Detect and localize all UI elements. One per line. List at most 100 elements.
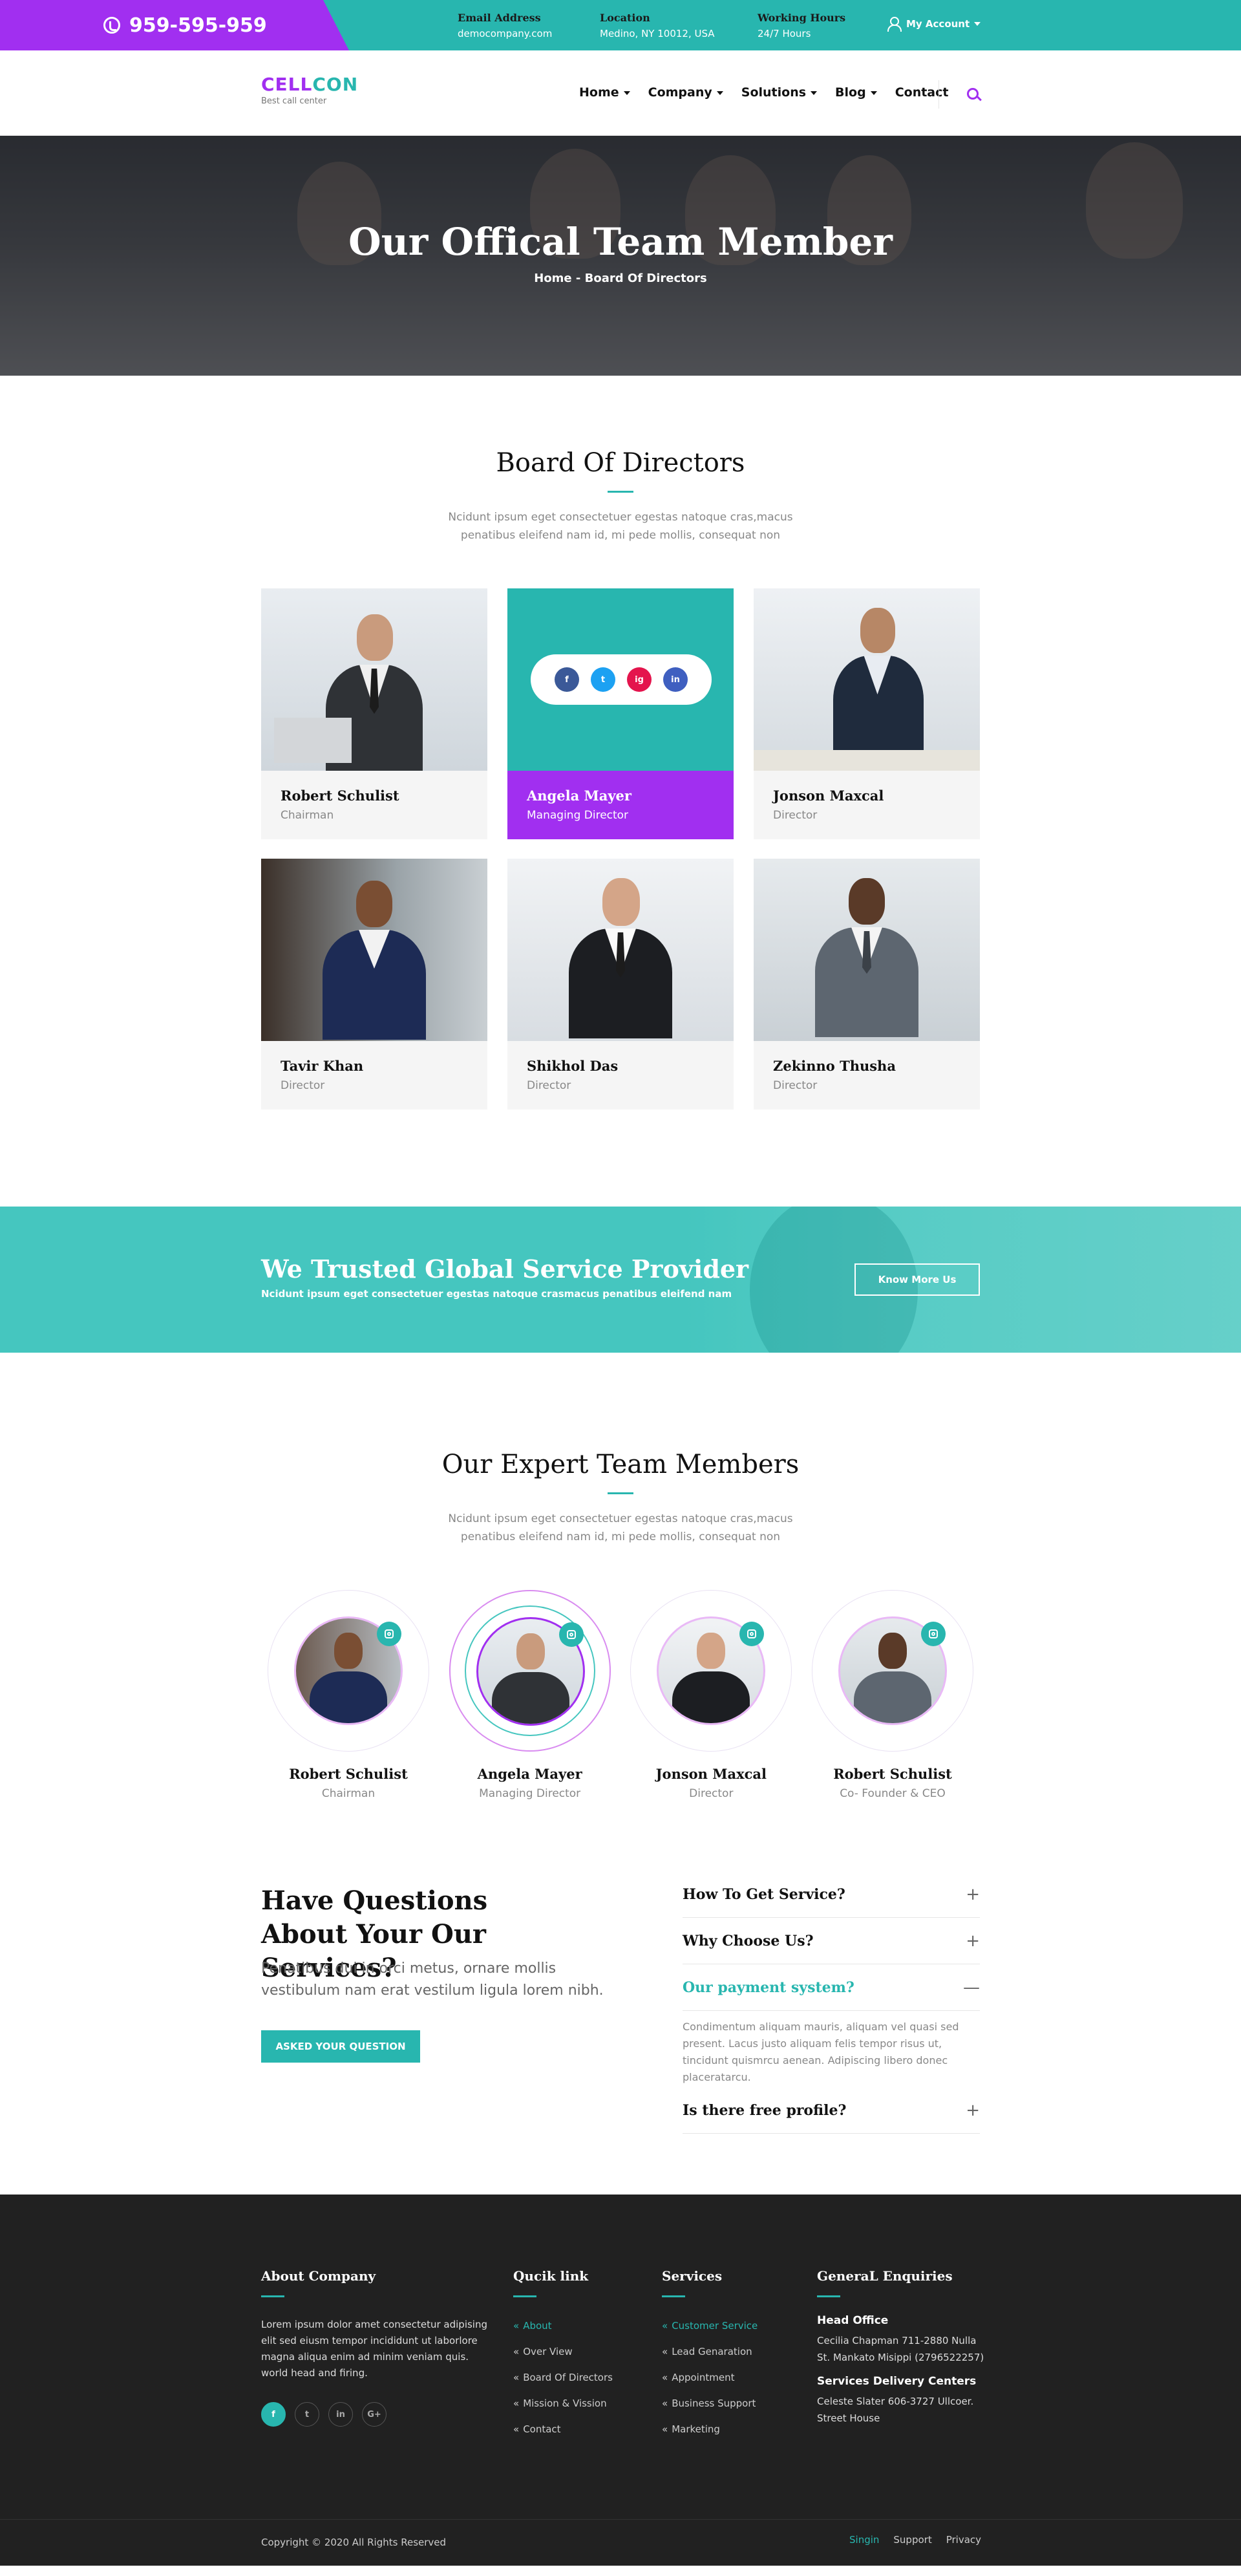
expert-member[interactable]: Robert Schulist Chairman [261,1590,436,1800]
faq-question[interactable]: How To Get Service? + [683,1871,980,1918]
director-name: Robert Schulist [281,788,399,804]
support-link[interactable]: Support [893,2534,931,2546]
faq-question-open[interactable]: Our payment system? — [683,1964,980,2011]
director-card[interactable]: Zekinno Thusha Director [754,859,980,1110]
facebook-icon[interactable]: f [261,2402,286,2427]
footer-link[interactable]: «Mission & Vission [513,2390,642,2416]
title-underline [608,1492,633,1494]
expert-row: Robert Schulist Chairman Angela Mayer Ma… [261,1590,980,1800]
head-office-title: Head Office [817,2314,889,2327]
expert-member-active[interactable]: Angela Mayer Managing Director [443,1590,617,1800]
footer-link[interactable]: «About [513,2313,642,2339]
expert-member[interactable]: Robert Schulist Co- Founder & CEO [805,1590,980,1800]
footer-about: About Company Lorem ipsum dolor amet con… [261,2268,494,2427]
footer-link[interactable]: «Contact [513,2416,642,2442]
nav-item-company[interactable]: Company [648,85,723,100]
hero-title: Our Offical Team Member [348,220,893,264]
chevron-down-icon [716,91,723,95]
nav-item-label: Blog [835,85,866,100]
faq-question[interactable]: Is there free profile? + [683,2087,980,2134]
expert-name: Robert Schulist [289,1766,408,1782]
footer-bottom: Copyright © 2020 All Rights Reserved Sin… [0,2519,1241,2566]
expert-member[interactable]: Jonson Maxcal Director [624,1590,798,1800]
faq-section: Have Questions About Your Our Services? … [261,1800,980,2195]
expert-name: Robert Schulist [833,1766,952,1782]
location-value: Medino, NY 10012, USA [600,28,715,39]
my-account-menu[interactable]: My Account [887,17,981,32]
director-card[interactable]: Jonson Maxcal Director [754,588,980,839]
nav-item-label: Company [648,85,712,100]
nav-item-label: Contact [895,85,949,100]
google-plus-icon[interactable]: G+ [362,2402,387,2427]
footer-link[interactable]: « Appointment [662,2365,804,2390]
heading-underline [817,2295,840,2297]
director-card[interactable]: Shikhol Das Director [507,859,734,1110]
instagram-icon[interactable] [377,1622,401,1646]
instagram-icon[interactable]: ig [627,667,652,692]
twitter-icon[interactable]: t [295,2402,319,2427]
breadcrumb[interactable]: Home - Board Of Directors [0,272,1241,285]
banner-title: We Trusted Global Service Provider [261,1254,749,1283]
ask-question-button[interactable]: ASKED YOUR QUESTION [261,2030,420,2063]
footer-link-label: Customer Service [672,2320,758,2332]
faq-question-text: Why Choose Us? [683,1932,814,1949]
double-chevron-icon: « [513,2346,520,2357]
instagram-icon[interactable] [739,1622,765,1646]
nav-item-blog[interactable]: Blog [835,85,877,100]
double-chevron-icon: « [513,2372,520,2383]
hours-value: 24/7 Hours [758,28,811,39]
linkedin-icon[interactable]: in [663,667,688,692]
double-chevron-icon: « [662,2398,668,2409]
footer-heading: Qucik link [513,2268,589,2284]
director-role: Director [281,1079,325,1092]
avatar [449,1590,611,1752]
nav-item-contact[interactable]: Contact [895,85,949,100]
double-chevron-icon: « [662,2346,668,2357]
director-card[interactable]: Tavir Khan Director [261,859,487,1110]
signin-link[interactable]: Singin [849,2534,879,2546]
phone-number[interactable]: 959-595-959 [129,14,267,37]
double-chevron-icon: « [662,2372,668,2383]
board-title: Board Of Directors [496,448,745,478]
footer-link[interactable]: « Lead Genaration [662,2339,804,2365]
faq-question[interactable]: Why Choose Us? + [683,1918,980,1964]
nav-item-solutions[interactable]: Solutions [741,85,818,100]
logo[interactable]: CELLCON Best call center [261,74,358,106]
privacy-link[interactable]: Privacy [946,2534,981,2546]
expert-role: Director [689,1787,734,1800]
director-card[interactable]: Robert Schulist Chairman [261,588,487,839]
email-value[interactable]: democompany.com [458,28,552,39]
footer-bottom-links: Singin Support Privacy [849,2534,981,2546]
search-icon[interactable] [967,88,979,100]
nav-item-home[interactable]: Home [579,85,630,100]
footer-heading: GeneraL Enquiries [817,2268,953,2284]
expert-title: Our Expert Team Members [441,1450,800,1479]
footer-link[interactable]: « Customer Service [662,2313,804,2339]
footer-link[interactable]: «Over View [513,2339,642,2365]
footer-services: Services « Customer Service « Lead Genarat… [662,2268,804,2442]
director-role: Chairman [281,809,334,822]
my-account-label: My Account [906,18,970,30]
footer-link[interactable]: « Business Support [662,2390,804,2416]
footer-about-text: Lorem ipsum dolor amet consectetur adipi… [261,2319,488,2379]
banner-text: Ncidunt ipsum eget consectetuer egestas … [261,1288,732,1300]
instagram-icon[interactable] [558,1622,584,1647]
instagram-icon[interactable] [920,1622,946,1646]
director-card-active[interactable]: f t ig in Angela Mayer Managing Director [507,588,734,839]
know-more-button[interactable]: Know More Us [854,1263,980,1296]
chevron-down-icon [974,22,981,26]
director-photo [507,859,734,1041]
facebook-icon[interactable]: f [555,667,579,692]
expert-role: Managing Director [479,1787,581,1800]
expert-role: Co- Founder & CEO [840,1787,946,1800]
double-chevron-icon: « [513,2423,520,2435]
phone-block[interactable]: 959-595-959 [0,0,349,50]
avatar [268,1590,429,1752]
footer-link-label: Board Of Directors [523,2372,613,2383]
footer-link[interactable]: « Marketing [662,2416,804,2442]
expert-role: Chairman [321,1787,376,1800]
twitter-icon[interactable]: t [591,667,615,692]
linkedin-icon[interactable]: in [328,2402,353,2427]
faq-lead: Penatibus dui in orci metus, ornare moll… [261,1960,604,1999]
footer-link[interactable]: «Board Of Directors [513,2365,642,2390]
